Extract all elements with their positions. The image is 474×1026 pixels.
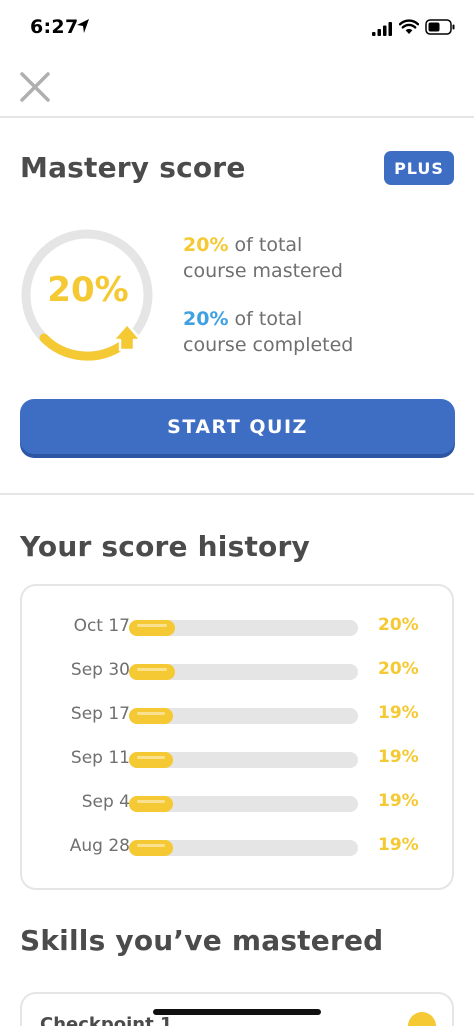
history-row: Sep 17 19% (22, 700, 452, 730)
history-date: Sep 4 (81, 792, 130, 812)
history-bar-fill (129, 752, 173, 768)
check-icon (408, 1012, 436, 1026)
history-row: Aug 28 19% (22, 832, 452, 862)
history-bar-track (129, 752, 358, 768)
stat-completed: 20% of total course completed (183, 306, 353, 358)
plus-badge: PLUS (384, 151, 454, 185)
status-time: 6:27 (30, 16, 79, 38)
history-date: Aug 28 (69, 836, 130, 856)
skills-mastered-title: Skills you’ve mastered (20, 924, 384, 957)
history-date: Sep 11 (70, 748, 130, 768)
history-bar-fill (129, 708, 173, 724)
history-bar-track (129, 708, 358, 724)
home-indicator (153, 1009, 321, 1015)
history-percent: 20% (378, 615, 419, 635)
history-row: Oct 17 20% (22, 612, 452, 642)
battery-icon (425, 19, 455, 35)
completed-text-2: course completed (183, 334, 354, 356)
mastered-percent: 20% (183, 234, 229, 256)
mastery-score-title: Mastery score (20, 151, 246, 184)
header-divider (0, 116, 474, 118)
history-date: Sep 30 (70, 660, 130, 680)
mastered-text-2: course mastered (183, 260, 343, 282)
cellular-signal-icon (372, 22, 392, 36)
history-bar-track (129, 840, 358, 856)
score-history-title: Your score history (20, 530, 310, 563)
history-bar-track (129, 796, 358, 812)
history-percent: 20% (378, 659, 419, 679)
history-percent: 19% (378, 747, 419, 767)
history-percent: 19% (378, 703, 419, 723)
status-bar: 6:27 (0, 0, 474, 56)
history-percent: 19% (378, 835, 419, 855)
mastery-screen: 6:27 Mastery score PLUS 20% 20% of total… (0, 0, 474, 1026)
history-date: Oct 17 (73, 616, 130, 636)
section-divider (0, 493, 474, 495)
completed-text-1: of total (234, 308, 303, 330)
history-percent: 19% (378, 791, 419, 811)
history-bar-track (129, 664, 358, 680)
mastery-ring-value: 20% (47, 270, 129, 310)
history-row: Sep 30 20% (22, 656, 452, 686)
start-quiz-button[interactable]: START QUIZ (20, 399, 455, 454)
stat-mastered: 20% of total course mastered (183, 232, 343, 284)
location-arrow-icon (77, 19, 89, 33)
wifi-icon (399, 19, 419, 34)
history-bar-fill (129, 664, 175, 680)
history-row: Sep 4 19% (22, 788, 452, 818)
history-bar-fill (129, 840, 173, 856)
history-row: Sep 11 19% (22, 744, 452, 774)
history-date: Sep 17 (70, 704, 130, 724)
close-icon[interactable] (18, 70, 52, 104)
completed-percent: 20% (183, 308, 229, 330)
history-bar-track (129, 620, 358, 636)
skill-name: Checkpoint 1 (40, 1014, 173, 1026)
history-bar-fill (129, 796, 173, 812)
history-bar-fill (129, 620, 175, 636)
mastered-text-1: of total (234, 234, 303, 256)
score-history-card: Oct 17 20% Sep 30 20% Sep 17 19% Sep 11 … (20, 584, 454, 890)
